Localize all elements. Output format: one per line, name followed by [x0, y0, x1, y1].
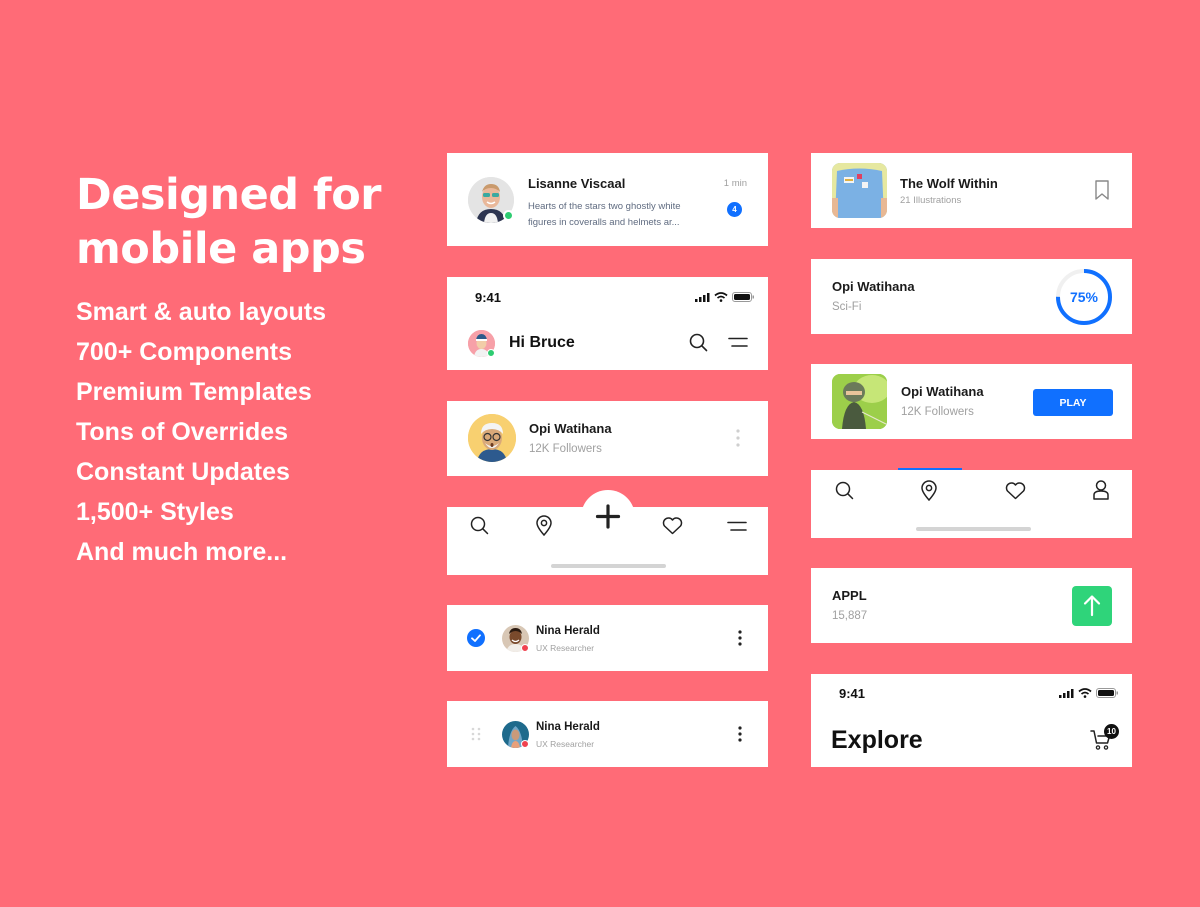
location-pin-icon[interactable]	[921, 480, 937, 501]
unread-count-badge: 4	[727, 202, 742, 217]
member-role: UX Researcher	[536, 739, 595, 749]
bottom-tab-bar	[447, 490, 768, 575]
add-button[interactable]	[581, 490, 635, 544]
member-name: Nina Herald	[536, 721, 600, 733]
feature-item: Constant Updates	[76, 458, 290, 486]
wifi-icon	[1078, 688, 1092, 698]
message-card[interactable]: Lisanne Viscaal Hearts of the stars two …	[447, 153, 768, 246]
menu-icon[interactable]	[728, 337, 748, 348]
game-title: Opi Watihana	[901, 384, 984, 399]
list-item[interactable]: Nina Herald UX Researcher	[447, 701, 768, 767]
heart-icon[interactable]	[1005, 482, 1026, 500]
battery-icon	[732, 292, 754, 302]
vertical-dots-icon[interactable]	[738, 630, 742, 646]
wifi-icon	[714, 292, 728, 302]
offline-status-dot	[521, 740, 529, 748]
stock-card[interactable]: APPL 15,887	[811, 568, 1132, 643]
offline-status-dot	[521, 644, 529, 652]
stock-ticker: APPL	[832, 588, 867, 603]
active-tab-indicator	[898, 468, 962, 470]
member-role: UX Researcher	[536, 643, 595, 653]
game-card[interactable]: Opi Watihana 12K Followers PLAY	[811, 364, 1132, 439]
heart-icon[interactable]	[662, 517, 683, 535]
page-title: Explore	[831, 726, 923, 754]
checkmark-icon	[471, 634, 481, 642]
status-bar-time: 9:41	[475, 290, 502, 305]
followers-count: 12K Followers	[529, 443, 602, 455]
book-title: The Wolf Within	[900, 176, 998, 191]
trend-up-button[interactable]	[1072, 586, 1112, 626]
progress-label: 75%	[1069, 289, 1099, 305]
status-bar-icons	[695, 292, 754, 302]
progress-title: Opi Watihana	[832, 279, 915, 294]
sender-name: Lisanne Viscaal	[528, 176, 626, 191]
signal-icon	[1059, 688, 1074, 698]
member-name: Nina Herald	[536, 625, 600, 637]
arrow-up-icon	[1083, 595, 1101, 617]
battery-icon	[1096, 688, 1118, 698]
search-icon[interactable]	[689, 333, 708, 352]
home-indicator	[551, 564, 666, 568]
ninja-character-icon	[832, 374, 887, 429]
avatar	[468, 414, 516, 462]
progress-subtitle: Sci-Fi	[832, 301, 862, 313]
greeting-title: Hi Bruce	[509, 334, 575, 351]
hero-title: Designed for mobile apps	[76, 170, 381, 274]
search-icon[interactable]	[470, 516, 489, 535]
feature-item: 700+ Components	[76, 338, 293, 366]
feature-item: Tons of Overrides	[76, 418, 289, 446]
menu-icon[interactable]	[727, 521, 747, 532]
progress-card[interactable]: Opi Watihana Sci-Fi 75%	[811, 259, 1132, 334]
profile-name: Opi Watihana	[529, 421, 612, 436]
feature-item: Smart & auto layouts	[76, 298, 327, 326]
signal-icon	[695, 292, 710, 302]
game-thumbnail	[832, 374, 887, 429]
hero-section: Designed for mobile apps Smart & auto la…	[76, 168, 416, 572]
stock-value: 15,887	[832, 610, 868, 622]
bottom-tab-bar	[811, 468, 1132, 538]
online-status-dot	[487, 349, 495, 357]
feature-list: Smart & auto layouts 700+ Components Pre…	[76, 292, 416, 572]
bookmark-icon[interactable]	[1095, 180, 1109, 200]
book-card[interactable]: The Wolf Within 21 Illustrations	[811, 153, 1132, 228]
profile-card[interactable]: Opi Watihana 12K Followers	[447, 401, 768, 476]
game-followers: 12K Followers	[901, 406, 974, 418]
explore-header-card: 9:41 Explore 10	[811, 674, 1132, 767]
feature-item: Premium Templates	[76, 378, 312, 406]
list-item[interactable]: Nina Herald UX Researcher	[447, 605, 768, 671]
book-cover-image	[832, 163, 887, 218]
book-subtitle: 21 Illustrations	[900, 195, 962, 206]
status-bar-icons	[1059, 688, 1118, 698]
user-icon[interactable]	[1093, 480, 1109, 500]
status-bar-time: 9:41	[839, 686, 866, 701]
cover-illustration-icon	[832, 163, 887, 218]
cart-count-badge: 10	[1104, 724, 1119, 739]
feature-item: And much more...	[76, 538, 288, 566]
home-indicator	[916, 527, 1031, 531]
message-preview: Hearts of the stars two ghostly white fi…	[528, 201, 681, 228]
checkbox-checked[interactable]	[467, 629, 485, 647]
user-avatar-icon	[468, 414, 516, 462]
message-time: 1 min	[723, 178, 747, 189]
search-icon[interactable]	[835, 481, 854, 500]
vertical-dots-icon[interactable]	[736, 429, 740, 447]
app-header-card: 9:41 Hi Bruce	[447, 277, 768, 370]
play-button[interactable]: PLAY	[1033, 389, 1113, 416]
plus-icon	[595, 504, 621, 529]
vertical-dots-icon[interactable]	[738, 726, 742, 742]
drag-handle-icon[interactable]	[471, 727, 481, 741]
location-pin-icon[interactable]	[536, 515, 552, 536]
online-status-dot	[503, 210, 514, 221]
feature-item: 1,500+ Styles	[76, 498, 234, 526]
